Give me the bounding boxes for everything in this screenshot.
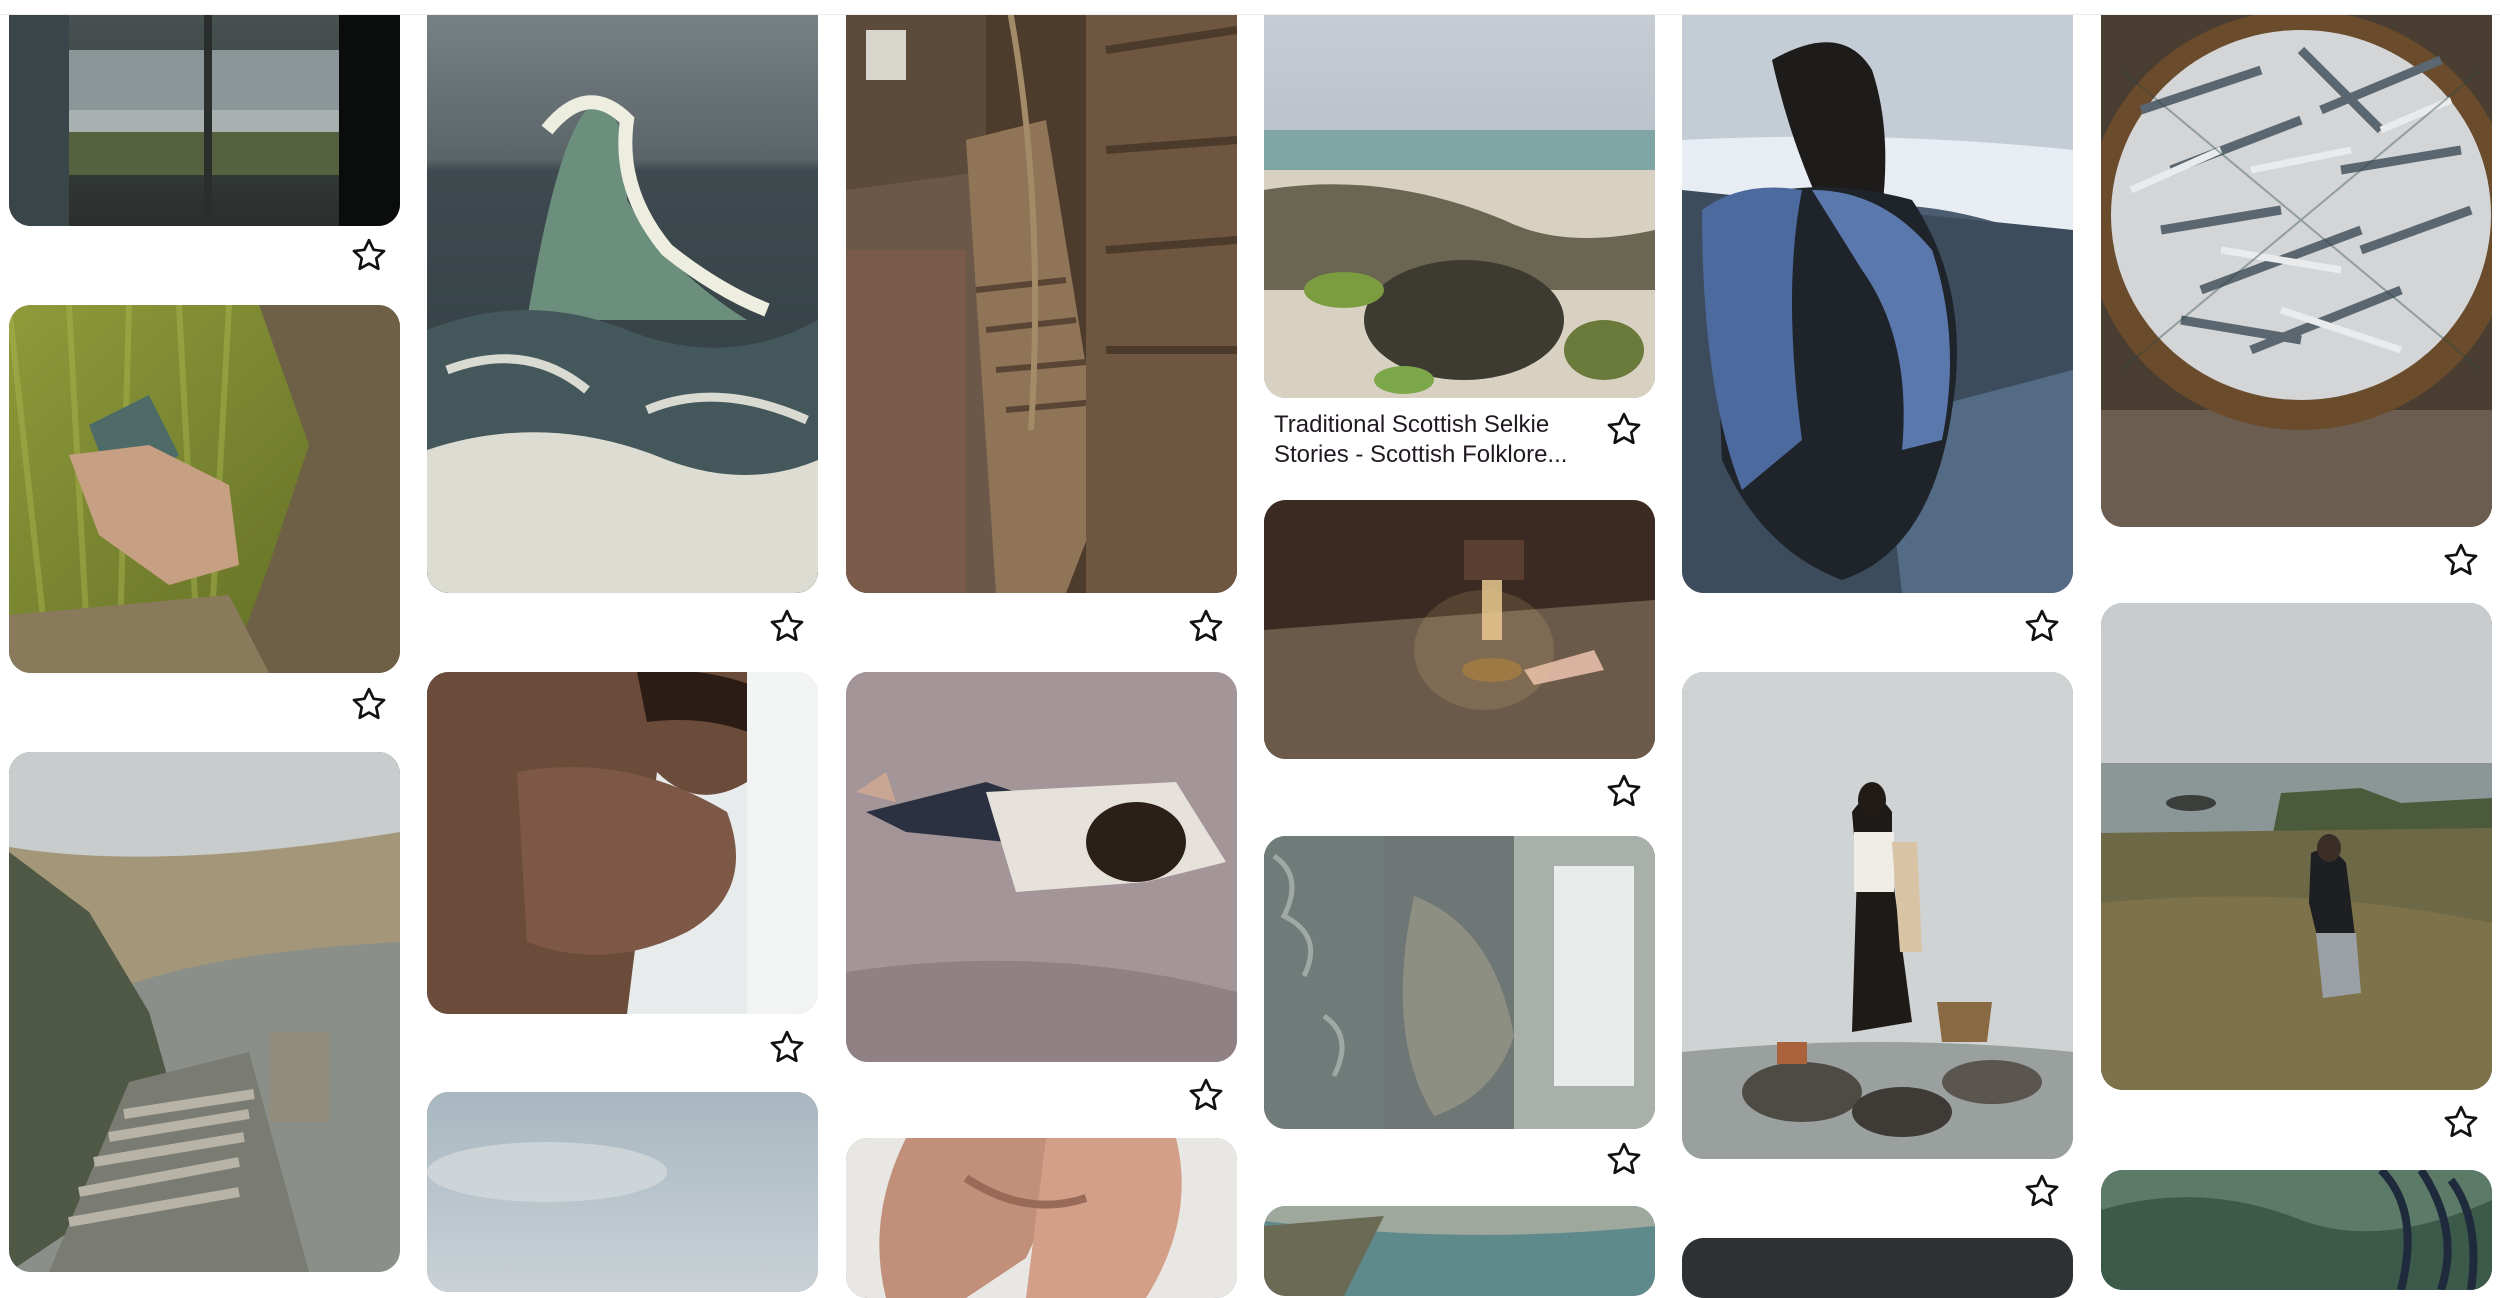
pin-image[interactable]: [846, 0, 1237, 593]
pin-image[interactable]: [427, 672, 818, 1014]
star-icon[interactable]: [1605, 410, 1643, 448]
star-icon[interactable]: [1187, 607, 1225, 645]
star-icon[interactable]: [768, 607, 806, 645]
star-icon[interactable]: [1187, 1076, 1225, 1114]
star-icon[interactable]: [350, 685, 388, 723]
pin-image[interactable]: [1682, 1238, 2073, 1298]
pin-title[interactable]: Traditional Scottish Selkie Stories - Sc…: [1274, 410, 1594, 470]
star-icon[interactable]: [1605, 772, 1643, 810]
star-icon[interactable]: [2023, 607, 2061, 645]
pin-image[interactable]: [846, 1138, 1237, 1298]
star-icon[interactable]: [2023, 1172, 2061, 1210]
star-icon[interactable]: [1605, 1140, 1643, 1178]
pin-image[interactable]: [1264, 836, 1655, 1129]
pin-image[interactable]: [9, 305, 400, 673]
star-icon[interactable]: [350, 236, 388, 274]
pin-image[interactable]: [846, 672, 1237, 1062]
pin-image[interactable]: [1264, 0, 1655, 398]
pin-image[interactable]: [1264, 1206, 1655, 1296]
star-icon[interactable]: [768, 1028, 806, 1066]
star-icon[interactable]: [2442, 541, 2480, 579]
pin-image[interactable]: [427, 0, 818, 593]
pin-image[interactable]: [2101, 1170, 2492, 1290]
star-icon[interactable]: [2442, 1103, 2480, 1141]
pin-image[interactable]: [2101, 0, 2492, 527]
pin-image[interactable]: [9, 752, 400, 1272]
pin-image[interactable]: [1682, 0, 2073, 593]
pin-image[interactable]: [9, 0, 400, 226]
pin-image[interactable]: [427, 1092, 818, 1292]
top-bar-edge: [0, 0, 2500, 15]
pin-image[interactable]: [1264, 500, 1655, 759]
pin-image[interactable]: [2101, 603, 2492, 1090]
pin-image[interactable]: [1682, 672, 2073, 1159]
